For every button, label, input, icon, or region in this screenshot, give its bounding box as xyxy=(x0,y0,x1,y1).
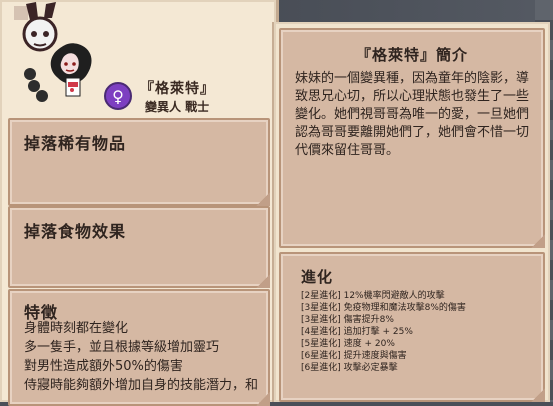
evolution-card: 進化 [2星進化] 12%機率閃避敵人的攻擊 [3星進化] 免疫物理和魔法攻擊8… xyxy=(279,252,545,402)
character-name: 『格萊特』 xyxy=(140,81,215,97)
evolution-lines: [2星進化] 12%機率閃避敵人的攻擊 [3星進化] 免疫物理和魔法攻擊8%的傷… xyxy=(301,290,531,374)
trait-line: 身體時刻都在變化 xyxy=(24,321,129,336)
evolution-line: [3星進化] 傷害提升8% xyxy=(301,315,394,325)
character-art-icon xyxy=(14,2,92,102)
bio-text: 妹妹的一個變異種，因為童年的陰影，導致思兄心切，所以心理狀態也發生了一些變化。她… xyxy=(295,71,530,158)
trait-line: 多一隻手，並且根據等級增加靈巧 xyxy=(24,340,220,355)
bio-card: 『格萊特』簡介 妹妹的一個變異種，因為童年的陰影，導致思兄心切，所以心理狀態也發… xyxy=(279,28,545,248)
evolution-line: [6星進化] 攻擊必定暴擊 xyxy=(301,363,398,373)
gender-female-icon: ♀ xyxy=(104,82,132,110)
food-effect-card: 掉落食物效果 xyxy=(8,206,270,288)
traits-card: 特徵 身體時刻都在變化 多一隻手，並且根據等級增加靈巧 對男性造成額外50%的傷… xyxy=(8,289,270,406)
character-portrait xyxy=(8,0,104,110)
evolution-line: [2星進化] 12%機率閃避敵人的攻擊 xyxy=(301,291,445,301)
trait-line: 對男性造成額外50%的傷害 xyxy=(24,359,183,374)
evolution-title: 進化 xyxy=(301,268,334,286)
evolution-line: [6星進化] 提升速度與傷害 xyxy=(301,351,407,361)
evolution-line: [4星進化] 追加打擊 + 25% xyxy=(301,327,413,337)
food-effect-title: 掉落食物效果 xyxy=(24,222,127,241)
evolution-line: [5星進化] 速度 + 20% xyxy=(301,339,395,349)
rare-drops-title: 掉落稀有物品 xyxy=(24,134,127,153)
evolution-line: [3星進化] 免疫物理和魔法攻擊8%的傷害 xyxy=(301,303,466,313)
character-tags: 變異人 戰士 xyxy=(145,100,210,114)
gender-symbol: ♀ xyxy=(112,86,124,106)
bio-title: 『格萊特』簡介 xyxy=(355,46,468,64)
rare-drops-card: 掉落稀有物品 xyxy=(8,118,270,206)
traits-lines: 身體時刻都在變化 多一隻手，並且根據等級增加靈巧 對男性造成額外50%的傷害 侍… xyxy=(24,319,262,395)
trait-line: 侍寢時能夠額外增加自身的技能潛力，和 xyxy=(24,378,259,393)
